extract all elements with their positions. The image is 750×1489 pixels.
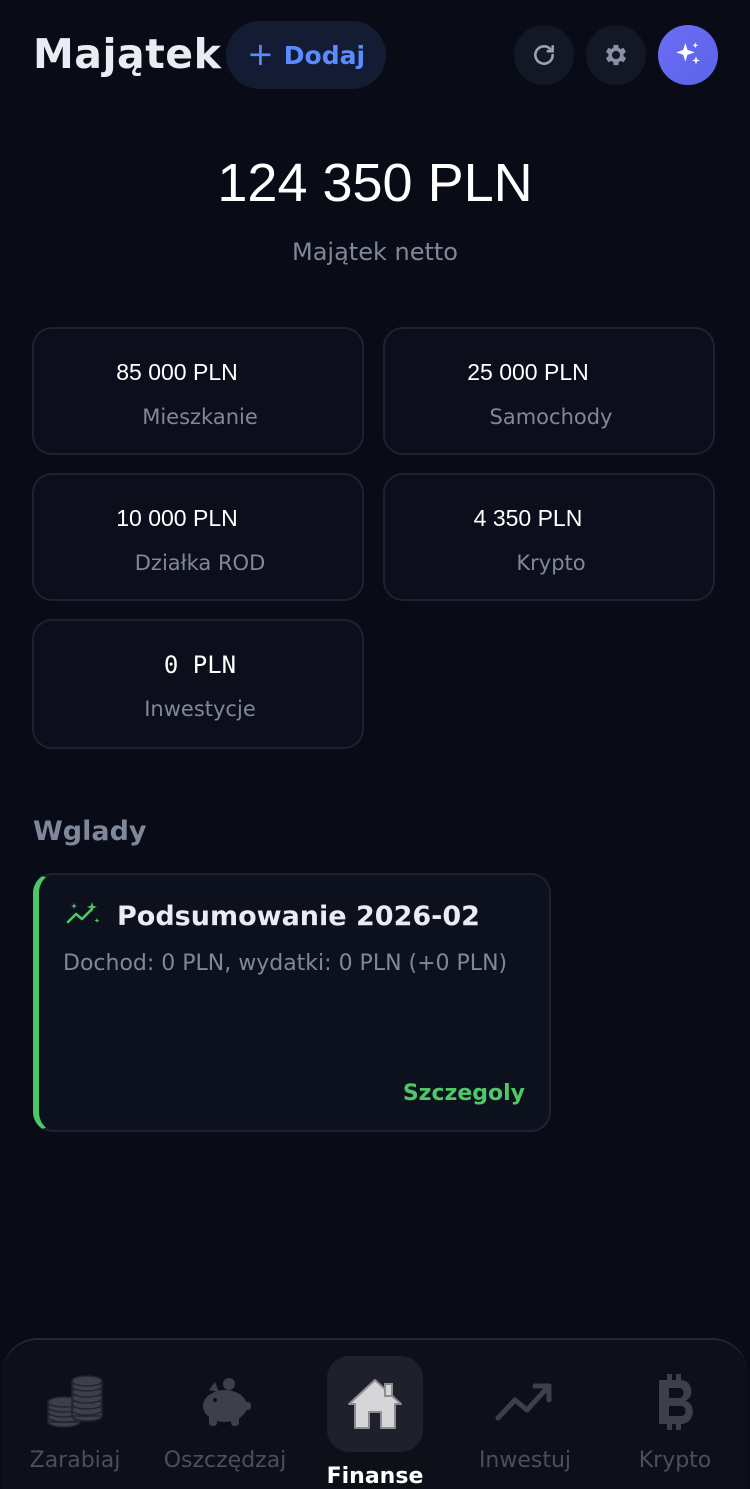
asset-card-mieszkanie[interactable]: 85 000 PLN Mieszkanie xyxy=(32,327,364,455)
settings-button[interactable] xyxy=(586,25,646,85)
add-button[interactable]: + Dodaj xyxy=(226,21,386,89)
nav-item-inwestuj[interactable]: Inwestuj xyxy=(450,1340,600,1489)
net-worth-value: 124 350 PLN xyxy=(217,153,533,213)
trending-up-icon xyxy=(495,1383,552,1421)
piggy-bank-icon xyxy=(203,1378,251,1426)
asset-label: Samochody xyxy=(489,405,613,429)
nav-item-label: Inwestuj xyxy=(478,1448,572,1473)
nav-item-label: Zarabiaj xyxy=(29,1448,121,1473)
gear-icon xyxy=(605,44,627,66)
ai-assistant-button[interactable] xyxy=(658,25,718,85)
bitcoin-icon xyxy=(659,1374,693,1430)
add-button-label: Dodaj xyxy=(283,40,366,70)
insight-card[interactable]: Podsumowanie 2026-02 Dochod: 0 PLN, wyda… xyxy=(33,873,551,1132)
plus-icon: + xyxy=(246,34,274,73)
asset-card-krypto[interactable]: 4 350 PLN Krypto xyxy=(383,473,715,601)
nav-item-label: Oszczędzaj xyxy=(163,1448,287,1473)
nav-item-krypto[interactable]: Krypto xyxy=(600,1340,750,1489)
nav-item-finanse[interactable]: Finanse xyxy=(300,1340,450,1489)
asset-card-inwestycje[interactable]: 0 PLN Inwestycje xyxy=(32,619,364,749)
asset-value: 25 000 PLN xyxy=(467,359,589,385)
asset-card-dzialka[interactable]: 10 000 PLN Działka ROD xyxy=(32,473,364,601)
asset-value: 0 PLN xyxy=(163,651,237,679)
insight-text: Dochod: 0 PLN, wydatki: 0 PLN (+0 PLN) xyxy=(63,951,508,976)
asset-label: Krypto xyxy=(516,551,586,575)
nav-item-zarabiaj[interactable]: Zarabiaj xyxy=(0,1340,150,1489)
asset-value: 10 000 PLN xyxy=(116,505,238,531)
insight-title: Podsumowanie 2026-02 xyxy=(117,901,480,932)
home-icon xyxy=(348,1379,402,1429)
insight-details-link[interactable]: Szczegoly xyxy=(403,1081,525,1106)
asset-value: 85 000 PLN xyxy=(116,359,238,385)
asset-card-samochody[interactable]: 25 000 PLN Samochody xyxy=(383,327,715,455)
bottom-navigation: Zarabiaj Oszczędzaj Finanse Inwestuj Kry… xyxy=(2,1338,748,1489)
asset-label: Inwestycje xyxy=(144,697,256,721)
nav-item-oszczedzaj[interactable]: Oszczędzaj xyxy=(150,1340,300,1489)
top-bar: Majątek + Dodaj xyxy=(0,0,750,110)
refresh-button[interactable] xyxy=(514,25,574,85)
coins-icon xyxy=(47,1375,103,1428)
asset-label: Mieszkanie xyxy=(142,405,258,429)
asset-label: Działka ROD xyxy=(134,551,266,575)
sparkles-icon xyxy=(676,42,700,65)
insights-section-title: Wglady xyxy=(33,816,147,847)
trend-sparkle-icon xyxy=(66,902,100,924)
page-title: Majątek xyxy=(33,30,222,78)
nav-item-label: Finanse xyxy=(326,1464,424,1489)
asset-value: 4 350 PLN xyxy=(473,505,583,531)
net-worth-label: Majątek netto xyxy=(292,238,458,266)
refresh-icon xyxy=(534,45,554,65)
app-root: Majątek + Dodaj 124 350 PLN Majątek nett… xyxy=(0,0,750,1489)
nav-item-label: Krypto xyxy=(638,1448,712,1473)
